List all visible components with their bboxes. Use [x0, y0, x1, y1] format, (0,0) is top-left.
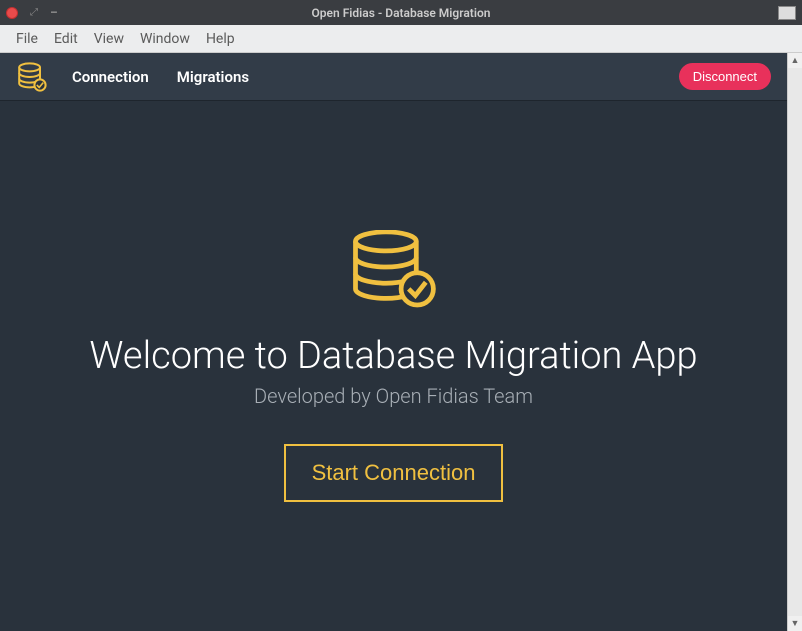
hero-subtitle: Developed by Open Fidias Team — [254, 384, 533, 408]
scrollbar-down-arrow[interactable]: ▼ — [788, 616, 802, 631]
content-area: Connection Migrations Disconnect — [0, 53, 787, 631]
app-body: Connection Migrations Disconnect — [0, 53, 802, 631]
tab-migrations[interactable]: Migrations — [177, 68, 249, 86]
disconnect-button[interactable]: Disconnect — [679, 63, 771, 90]
titlebar-controls: ⤢ − — [6, 5, 58, 21]
app-window: ⤢ − Open Fidias - Database Migration Fil… — [0, 0, 802, 631]
menu-window[interactable]: Window — [132, 31, 198, 47]
maximize-icon[interactable] — [778, 6, 796, 20]
restore-icon[interactable]: ⤢ — [30, 7, 38, 18]
nav-tabs: Connection Migrations — [72, 68, 249, 86]
vertical-scrollbar[interactable]: ▲ ▼ — [787, 53, 802, 631]
start-connection-button[interactable]: Start Connection — [284, 444, 504, 502]
database-check-icon — [346, 230, 441, 312]
window-title: Open Fidias - Database Migration — [312, 6, 491, 20]
tab-connection[interactable]: Connection — [72, 68, 149, 86]
titlebar: ⤢ − Open Fidias - Database Migration — [0, 0, 802, 25]
hero-title: Welcome to Database Migration App — [89, 334, 697, 378]
app-logo-icon — [16, 61, 48, 93]
close-button[interactable] — [6, 7, 18, 19]
menu-view[interactable]: View — [86, 31, 132, 47]
menu-help[interactable]: Help — [198, 31, 243, 47]
app-header: Connection Migrations Disconnect — [0, 53, 787, 101]
minimize-icon[interactable]: − — [50, 5, 58, 21]
main-content: Welcome to Database Migration App Develo… — [0, 101, 787, 631]
menu-file[interactable]: File — [8, 31, 46, 47]
scrollbar-track[interactable] — [788, 68, 802, 616]
scrollbar-up-arrow[interactable]: ▲ — [788, 53, 802, 68]
menu-edit[interactable]: Edit — [46, 31, 86, 47]
menubar: File Edit View Window Help — [0, 25, 802, 53]
